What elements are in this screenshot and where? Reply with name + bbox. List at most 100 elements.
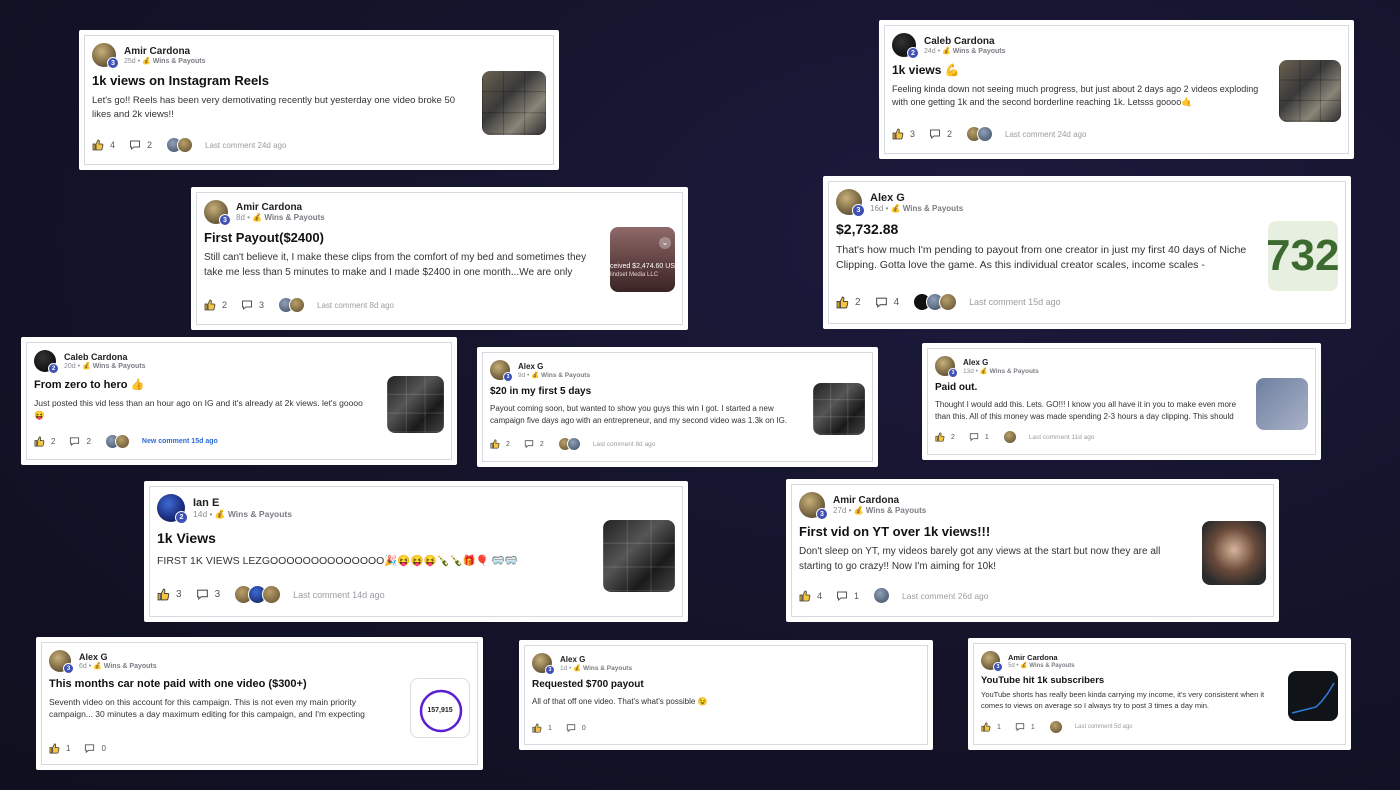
post-card[interactable]: 3 Amir Cardona 27d • 💰 Wins & Payouts Fi…: [786, 479, 1279, 622]
post-title[interactable]: From zero to hero 👍: [34, 378, 444, 391]
category-label[interactable]: 💰 Wins & Payouts: [252, 213, 325, 222]
category-label[interactable]: 💰 Wins & Payouts: [142, 58, 206, 65]
like-icon[interactable]: [935, 432, 945, 442]
post-card[interactable]: 3 Amir Cardona 8d • 💰 Wins & Payouts Fir…: [191, 187, 688, 330]
comment-icon[interactable]: [969, 432, 979, 442]
category-label[interactable]: 💰 Wins & Payouts: [82, 363, 146, 370]
category-label[interactable]: 💰 Wins & Payouts: [93, 663, 157, 670]
comment-icon[interactable]: [129, 139, 141, 151]
commenter-avatars[interactable]: [1002, 430, 1017, 444]
post-title[interactable]: Paid out.: [935, 382, 1308, 393]
like-count: 4: [110, 140, 116, 150]
post-thumbnail[interactable]: [1202, 521, 1266, 585]
author-name[interactable]: Amir Cardona: [833, 495, 926, 506]
new-comment[interactable]: New comment 15d ago: [142, 438, 218, 445]
author-name[interactable]: Ian E: [193, 497, 292, 509]
comment-icon[interactable]: [929, 128, 941, 140]
like-icon[interactable]: [799, 590, 811, 602]
comment-icon[interactable]: [875, 296, 888, 309]
author-name[interactable]: Alex G: [963, 358, 1039, 367]
like-icon[interactable]: [981, 722, 991, 732]
post-thumbnail[interactable]: 157,915: [410, 678, 470, 738]
author-name[interactable]: Alex G: [79, 652, 157, 662]
commenter-avatars[interactable]: [166, 137, 194, 153]
post-thumbnail[interactable]: [482, 71, 546, 135]
comment-icon[interactable]: [196, 588, 209, 601]
post-thumbnail[interactable]: [603, 520, 675, 592]
post-thumbnail[interactable]: [387, 376, 444, 433]
commenter-avatars[interactable]: [557, 437, 581, 451]
category-label[interactable]: 💰 Wins & Payouts: [215, 509, 292, 519]
post-card[interactable]: 2 Caleb Cardona 20d • 💰 Wins & Payouts F…: [21, 337, 457, 465]
post-title[interactable]: 1k views 💪: [892, 63, 1341, 77]
comment-count: 0: [581, 724, 586, 732]
like-icon[interactable]: [836, 296, 849, 309]
level-badge: 3: [545, 665, 555, 675]
like-icon[interactable]: [204, 299, 216, 311]
like-icon[interactable]: [92, 139, 104, 151]
author-name[interactable]: Caleb Cardona: [64, 352, 146, 362]
like-icon[interactable]: [532, 723, 542, 733]
post-card[interactable]: 3 Alex G 6d • 💰 Wins & Payouts This mont…: [36, 637, 483, 770]
commenter-avatars[interactable]: [104, 434, 130, 449]
commenter-avatars[interactable]: [1048, 720, 1063, 734]
comment-icon[interactable]: [566, 723, 576, 733]
author-name[interactable]: Amir Cardona: [236, 202, 325, 213]
category-label[interactable]: 💰 Wins & Payouts: [531, 372, 590, 379]
post-title[interactable]: This months car note paid with one video…: [49, 678, 470, 690]
post-title[interactable]: YouTube hit 1k subscribers: [981, 675, 1338, 686]
author-name[interactable]: Alex G: [560, 655, 632, 664]
author-name[interactable]: Alex G: [870, 192, 963, 204]
post-title[interactable]: First Payout($2400): [204, 230, 675, 245]
post-card[interactable]: 3 Amir Cardona 25d • 💰 Wins & Payouts 1k…: [79, 30, 559, 170]
post-card[interactable]: 3 Alex G 13d • 💰 Wins & Payouts Paid out…: [922, 343, 1321, 460]
post-card[interactable]: 3 Alex G 16d • 💰 Wins & Payouts $2,732.8…: [823, 176, 1351, 329]
like-count: 3: [910, 129, 916, 139]
like-icon[interactable]: [490, 439, 500, 449]
author-name[interactable]: Amir Cardona: [1008, 653, 1075, 662]
category-label[interactable]: 💰 Wins & Payouts: [942, 48, 1006, 55]
category-label[interactable]: 💰 Wins & Payouts: [854, 506, 927, 515]
comment-icon[interactable]: [69, 436, 80, 447]
post-title[interactable]: First vid on YT over 1k views!!!: [799, 524, 1266, 539]
like-icon[interactable]: [157, 588, 170, 601]
post-title[interactable]: 1k Views: [157, 530, 675, 546]
post-title[interactable]: 1k views on Instagram Reels: [92, 73, 546, 88]
comment-icon[interactable]: [241, 299, 253, 311]
category-label[interactable]: 💰 Wins & Payouts: [1020, 663, 1074, 669]
category-label[interactable]: 💰 Wins & Payouts: [891, 204, 964, 213]
comment-count: 1: [854, 590, 860, 601]
post-card[interactable]: 3 Alex G 9d • 💰 Wins & Payouts $20 in my…: [477, 347, 878, 467]
post-title[interactable]: $2,732.88: [836, 221, 1338, 237]
commenter-avatars[interactable]: [913, 293, 958, 311]
commenter-avatars[interactable]: [278, 297, 306, 313]
post-thumbnail[interactable]: ceived $2,474.60 US lindset Media LLC ⌄: [610, 227, 675, 292]
commenter-avatars[interactable]: [966, 126, 994, 142]
author-name[interactable]: Alex G: [518, 362, 590, 371]
post-card[interactable]: 3 Alex G 1d • 💰 Wins & Payouts Requested…: [519, 640, 933, 750]
commenter-avatars[interactable]: [873, 587, 891, 604]
comment-icon[interactable]: [524, 439, 534, 449]
post-card[interactable]: 2 Caleb Cardona 24d • 💰 Wins & Payouts 1…: [879, 20, 1354, 159]
like-icon[interactable]: [34, 436, 45, 447]
commenter-avatars[interactable]: [234, 585, 282, 604]
post-thumbnail[interactable]: [1256, 378, 1308, 430]
category-label[interactable]: 💰 Wins & Payouts: [573, 665, 632, 672]
post-title[interactable]: Requested $700 payout: [532, 679, 920, 690]
comment-icon[interactable]: [84, 743, 95, 754]
post-thumbnail[interactable]: [1288, 671, 1338, 721]
post-thumbnail[interactable]: [1279, 60, 1341, 122]
comment-icon[interactable]: [836, 590, 848, 602]
like-icon[interactable]: [892, 128, 904, 140]
author-name[interactable]: Caleb Cardona: [924, 36, 1006, 47]
post-thumbnail[interactable]: 732: [1268, 221, 1338, 291]
category-label[interactable]: 💰 Wins & Payouts: [980, 368, 1039, 375]
post-card[interactable]: 2 Ian E 14d • 💰 Wins & Payouts 1k Views …: [144, 481, 688, 622]
like-icon[interactable]: [49, 743, 60, 754]
chevron-down-icon[interactable]: ⌄: [659, 237, 671, 249]
post-card[interactable]: 3 Amir Cardona 5d • 💰 Wins & Payouts You…: [968, 638, 1351, 750]
post-title[interactable]: $20 in my first 5 days: [490, 386, 865, 397]
comment-icon[interactable]: [1015, 722, 1025, 732]
author-name[interactable]: Amir Cardona: [124, 46, 206, 57]
post-thumbnail[interactable]: [813, 383, 865, 435]
